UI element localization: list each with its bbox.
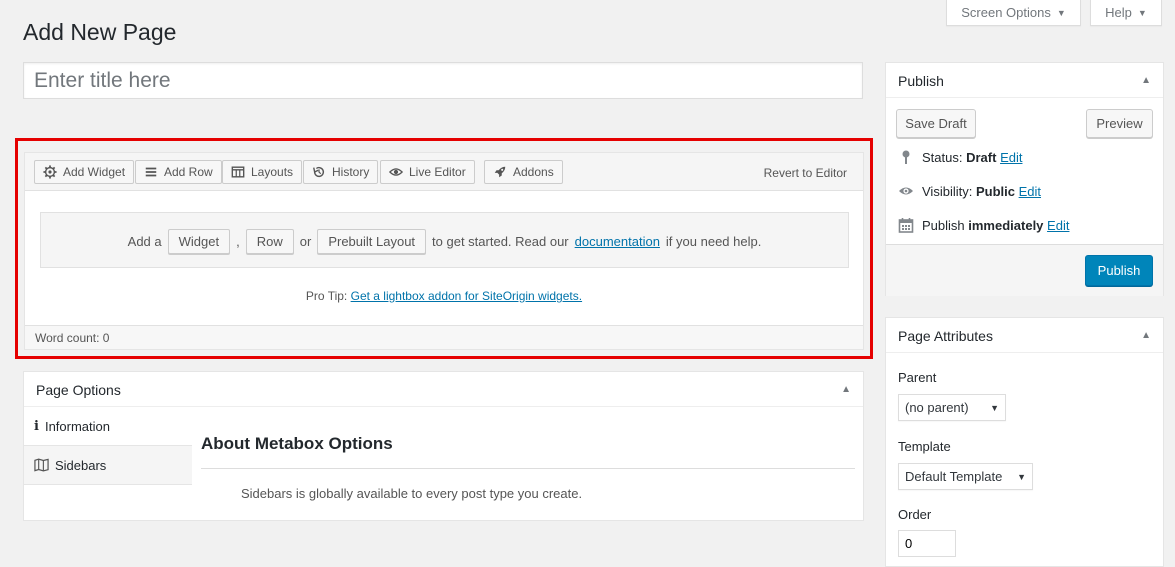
add-row-button[interactable]: Add Row — [135, 160, 222, 184]
builder-welcome: Add a Widget , Row or Prebuilt Layout to… — [40, 212, 849, 268]
gear-icon — [43, 165, 57, 179]
eye-icon — [899, 187, 913, 195]
publish-title: Publish — [898, 73, 944, 89]
visibility-label: Visibility: — [922, 183, 973, 199]
page-attributes-header[interactable]: Page Attributes ▲ — [886, 318, 1163, 353]
edit-publish-date-link[interactable]: Edit — [1047, 218, 1069, 233]
welcome-suffix-1: to get started. Read our — [432, 233, 569, 249]
publish-box: Publish ▲ Save Draft Preview Status: Dra… — [885, 62, 1164, 296]
addons-button[interactable]: Addons — [484, 160, 563, 184]
parent-select[interactable]: (no parent) ▼ — [898, 394, 1006, 421]
welcome-or: or — [299, 233, 312, 249]
rocket-icon — [494, 166, 506, 178]
help-button[interactable]: Help ▼ — [1090, 0, 1162, 26]
preview-button[interactable]: Preview — [1086, 109, 1153, 138]
collapse-arrow-icon[interactable]: ▲ — [1141, 330, 1151, 341]
title-input[interactable] — [23, 62, 863, 99]
parent-select-value: (no parent) — [905, 400, 969, 415]
chevron-down-icon: ▼ — [990, 402, 999, 413]
welcome-suffix-2: if you need help. — [665, 233, 762, 249]
pro-tip: Pro Tip: Get a lightbox addon for SiteOr… — [25, 289, 863, 303]
tab-sidebars-label: Sidebars — [55, 457, 107, 473]
add-widget-button[interactable]: Add Widget — [34, 160, 135, 184]
tab-information-label: Information — [44, 418, 110, 434]
parent-label: Parent — [898, 370, 937, 385]
visibility-row: Visibility: Public Edit — [898, 183, 1041, 199]
tab-information[interactable]: i Information — [24, 407, 192, 446]
menu-icon — [145, 167, 157, 177]
status-row: Status: Draft Edit — [898, 149, 1022, 165]
publish-value: immediately — [968, 217, 1044, 233]
add-widget-label: Add Widget — [63, 165, 126, 179]
map-icon — [34, 458, 49, 472]
publish-label: Publish — [922, 217, 965, 233]
about-title: About Metabox Options — [201, 434, 393, 453]
history-button[interactable]: History — [303, 160, 379, 184]
publish-header[interactable]: Publish ▲ — [886, 63, 1163, 98]
chevron-down-icon: ▼ — [1017, 471, 1026, 482]
info-icon: i — [34, 418, 39, 434]
caret-down-icon: ▼ — [1137, 7, 1147, 18]
layouts-button[interactable]: Layouts — [222, 160, 303, 184]
status-value: Draft — [966, 149, 997, 165]
visibility-value: Public — [975, 183, 1015, 199]
page-options-box: Page Options ▲ i Information Sidebars Ab… — [23, 371, 864, 521]
calendar-icon — [898, 218, 914, 233]
welcome-comma: , — [236, 233, 240, 249]
welcome-prefix: Add a — [127, 233, 162, 249]
page-attributes-title: Page Attributes — [898, 328, 993, 344]
documentation-link[interactable]: documentation — [575, 234, 660, 249]
prebuilt-layout-button[interactable]: Prebuilt Layout — [317, 228, 427, 254]
status-label: Status: — [922, 149, 963, 165]
publish-date-row: Publish immediately Edit — [898, 217, 1069, 233]
history-icon — [313, 166, 325, 178]
word-count: Word count: 0 — [25, 325, 863, 349]
caret-down-icon: ▼ — [1056, 7, 1066, 18]
template-select-value: Default Template — [905, 469, 1003, 484]
history-label: History — [332, 165, 370, 179]
add-row-label: Add Row — [164, 165, 213, 179]
order-label: Order — [898, 507, 932, 522]
screen-options-button[interactable]: Screen Options ▼ — [946, 0, 1081, 26]
divider — [201, 468, 855, 469]
addons-label: Addons — [513, 165, 554, 179]
order-input[interactable] — [898, 530, 956, 557]
tab-sidebars[interactable]: Sidebars — [24, 446, 192, 485]
live-editor-button[interactable]: Live Editor — [380, 160, 475, 184]
collapse-arrow-icon[interactable]: ▲ — [841, 384, 851, 395]
edit-visibility-link[interactable]: Edit — [1019, 184, 1041, 199]
page-options-title: Page Options — [36, 382, 121, 398]
live-editor-label: Live Editor — [409, 165, 466, 179]
screen-options-label: Screen Options — [961, 5, 1051, 20]
publish-button[interactable]: Publish — [1085, 255, 1153, 286]
page-options-header[interactable]: Page Options ▲ — [24, 372, 863, 407]
save-draft-button[interactable]: Save Draft — [896, 109, 976, 138]
page-title: Add New Page — [23, 19, 177, 45]
page-attributes-box: Page Attributes ▲ Parent (no parent) ▼ T… — [885, 317, 1164, 567]
revert-to-editor-link[interactable]: Revert to Editor — [764, 166, 847, 180]
pin-icon — [902, 150, 910, 164]
help-label: Help — [1105, 5, 1132, 20]
add-widget-inline-button[interactable]: Widget — [167, 228, 231, 254]
edit-status-link[interactable]: Edit — [1000, 150, 1022, 165]
layout-icon — [231, 166, 245, 178]
pro-tip-link[interactable]: Get a lightbox addon for SiteOrigin widg… — [351, 289, 582, 303]
pro-tip-label: Pro Tip: — [305, 289, 348, 303]
about-description: Sidebars is globally available to every … — [241, 486, 583, 501]
template-label: Template — [898, 439, 951, 454]
eye-icon — [389, 168, 403, 176]
builder-toolbar: Add Widget Add Row Layouts History Live … — [25, 153, 863, 191]
template-select[interactable]: Default Template ▼ — [898, 463, 1033, 490]
layouts-label: Layouts — [251, 165, 294, 179]
page-builder: Add Widget Add Row Layouts History Live … — [24, 152, 864, 350]
collapse-arrow-icon[interactable]: ▲ — [1141, 75, 1151, 86]
add-row-inline-button[interactable]: Row — [245, 228, 294, 254]
